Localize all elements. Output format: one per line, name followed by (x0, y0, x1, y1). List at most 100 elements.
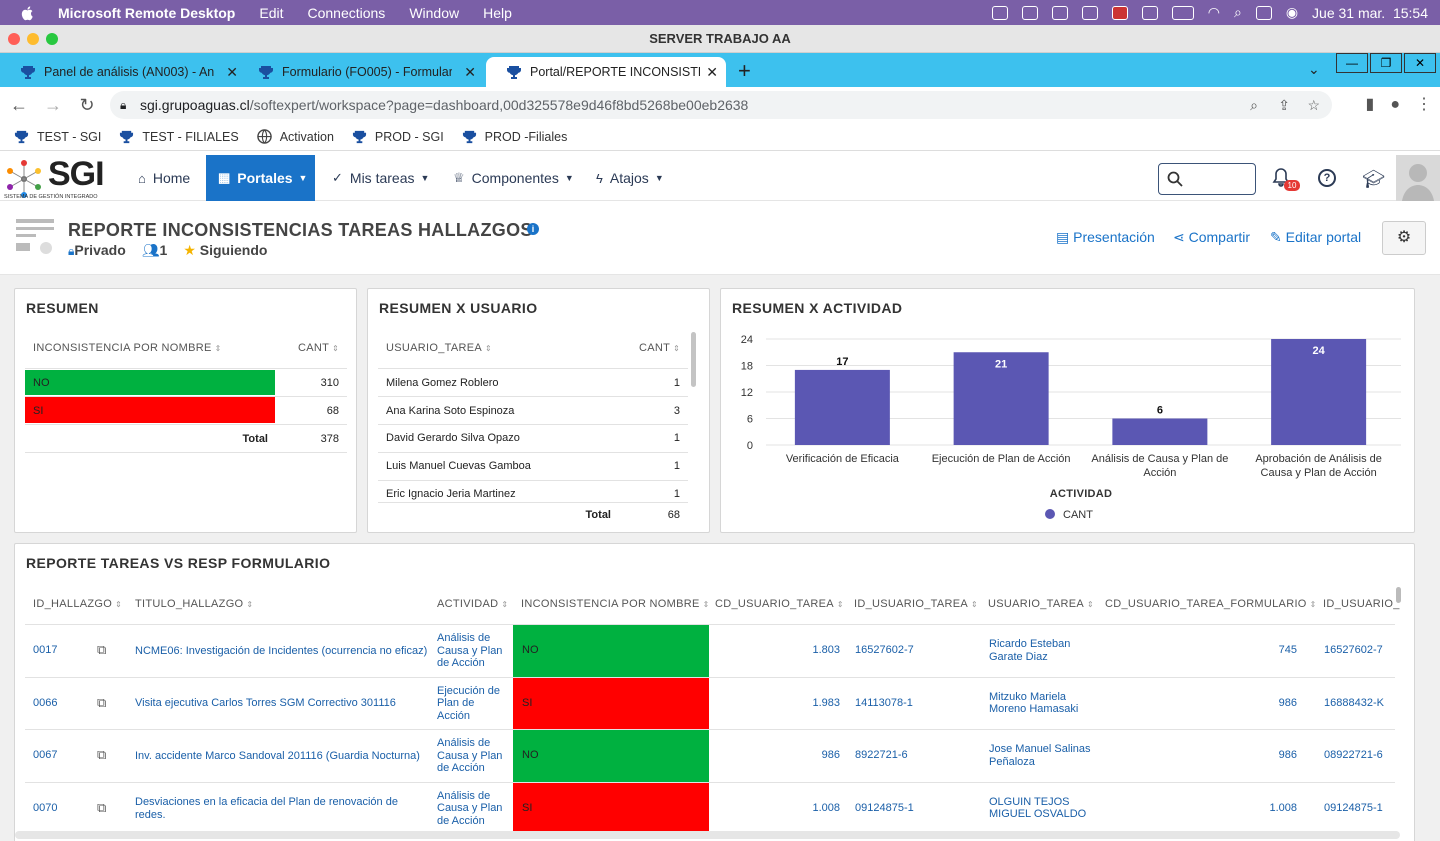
close-tab-icon[interactable]: ✕ (226, 64, 238, 81)
info-icon[interactable]: i (527, 223, 539, 235)
tab-search-icon[interactable]: ⌄ (1308, 61, 1320, 78)
close-tab-icon[interactable]: ✕ (464, 64, 476, 81)
battery-icon[interactable] (1171, 5, 1194, 20)
usuario-tarea-link[interactable]: Ricardo Esteban Garate Diaz (989, 638, 1094, 663)
profile-icon[interactable]: ● (1390, 91, 1400, 119)
activity-link[interactable]: Análisis de Causa y Plan de Acción (437, 790, 509, 828)
apple-icon[interactable] (20, 5, 36, 21)
wifi-icon[interactable]: ◠ (1208, 4, 1220, 21)
editar-portal-button[interactable]: ✎ Editar portal (1270, 229, 1361, 246)
avatar[interactable] (1396, 155, 1440, 201)
column-header[interactable]: USUARIO_TAREA ⇕ (988, 598, 1094, 610)
usuario-tarea-link[interactable]: Mitzuko Mariela Moreno Hamasaki (989, 691, 1094, 716)
hallazgo-id-link[interactable]: 0067 (33, 749, 57, 761)
external-link-icon[interactable]: ⧉ (97, 642, 106, 658)
sort-icon[interactable]: ⇕ (673, 344, 680, 353)
bluetooth-icon[interactable] (1141, 5, 1158, 20)
column-header[interactable]: CD_USUARIO_TAREA ⇕ (715, 598, 844, 610)
sidebar-icon[interactable]: ▮ (1366, 91, 1375, 119)
hallazgo-id-link[interactable]: 0017 (33, 644, 57, 656)
restore-icon[interactable]: ❐ (1370, 53, 1402, 73)
kebab-menu-icon[interactable]: ⋮ (1416, 91, 1432, 119)
nav-componentes[interactable]: ♕ Componentes ▼ (441, 155, 586, 201)
bookmark-activation[interactable]: Activation (256, 129, 334, 144)
sort-icon[interactable]: ⇕ (485, 344, 492, 353)
presentacion-button[interactable]: ▤ Presentación (1056, 229, 1155, 246)
flag-icon[interactable] (1111, 5, 1128, 20)
close-icon[interactable]: ✕ (1404, 53, 1436, 73)
nav-portales[interactable]: ▦ Portales ▼ (206, 155, 315, 201)
hallazgo-id-link[interactable]: 0066 (33, 697, 57, 709)
tab-panel-analisis[interactable]: Panel de análisis (AN003) - Analy ✕ (0, 57, 246, 87)
hallazgo-title-link[interactable]: NCME06: Investigación de Incidentes (ocu… (135, 638, 430, 664)
zoom-icon[interactable]: ⌕ (1250, 91, 1258, 119)
column-header[interactable]: ID_USUARIO_ (1323, 598, 1400, 610)
tab-formulario[interactable]: Formulario (FO005) - Formulario ✕ (238, 57, 484, 87)
column-header[interactable]: CD_USUARIO_TAREA_FORMULARIO ⇕ (1105, 598, 1317, 610)
nav-atajos[interactable]: ϟ Atajos ▼ (584, 155, 676, 201)
column-header[interactable]: INCONSISTENCIA POR NOMBRE ⇕ (521, 598, 710, 610)
hallazgo-id-link[interactable]: 0070 (33, 802, 57, 814)
minimize-window-button[interactable] (27, 33, 39, 45)
bookmark-test-filiales[interactable]: TEST - FILIALES (119, 129, 239, 144)
share-icon[interactable]: ⇪ (1278, 91, 1290, 119)
external-link-icon[interactable]: ⧉ (97, 695, 106, 711)
menu-connections[interactable]: Connections (307, 5, 385, 21)
help-icon[interactable]: ? (1318, 169, 1336, 187)
sort-icon[interactable]: ⇕ (246, 600, 253, 609)
activity-link[interactable]: Análisis de Causa y Plan de Acción (437, 632, 509, 670)
column-header[interactable]: TITULO_HALLAZGO ⇕ (135, 598, 253, 610)
back-icon[interactable]: ← (4, 95, 34, 116)
sort-icon[interactable]: ⇕ (215, 344, 222, 353)
search-input[interactable] (1158, 163, 1256, 195)
following-status[interactable]: ★ Siguiendo (183, 242, 267, 259)
forward-icon[interactable]: → (38, 95, 68, 116)
col-usuario-tarea[interactable]: USUARIO_TAREA ⇕ (386, 342, 492, 354)
usuario-tarea-link[interactable]: OLGUIN TEJOS MIGUEL OSVALDO (989, 796, 1094, 821)
sgi-logo[interactable]: SGI SISTEMA DE GESTIÓN INTEGRADO (4, 155, 116, 201)
external-link-icon[interactable]: ⧉ (97, 747, 106, 763)
compartir-button[interactable]: ⋖ Compartir (1173, 229, 1250, 246)
sort-icon[interactable]: ⇕ (332, 344, 339, 353)
activity-link[interactable]: Análisis de Causa y Plan de Acción (437, 737, 509, 775)
globe-icon[interactable] (1081, 5, 1098, 20)
sort-icon[interactable]: ⇕ (837, 600, 844, 609)
horizontal-scrollbar[interactable] (15, 831, 1400, 839)
bookmark-prod-sgi[interactable]: PROD - SGI (352, 129, 444, 144)
sort-icon[interactable]: ⇕ (1087, 600, 1094, 609)
display-icon[interactable] (1021, 5, 1038, 20)
hallazgo-title-link[interactable]: Inv. accidente Marco Sandoval 201116 (Gu… (135, 743, 430, 769)
column-header[interactable]: ID_HALLAZGO ⇕ (33, 598, 122, 610)
minimize-icon[interactable]: — (1336, 53, 1368, 73)
usuario-tarea-link[interactable]: Jose Manuel Salinas Peñaloza (989, 743, 1094, 768)
sort-icon[interactable]: ⇕ (115, 600, 122, 609)
close-tab-icon[interactable]: ✕ (706, 64, 718, 81)
control-center-icon[interactable] (1255, 5, 1272, 20)
vpn-icon[interactable] (1051, 5, 1068, 20)
siri-icon[interactable]: ◉ (1286, 4, 1298, 21)
menu-help[interactable]: Help (483, 5, 512, 21)
column-header[interactable]: ACTIVIDAD ⇕ (437, 598, 508, 610)
settings-button[interactable]: ⚙ (1382, 221, 1426, 255)
sort-icon[interactable]: ⇕ (501, 600, 508, 609)
new-tab-icon[interactable]: + (738, 58, 751, 84)
hallazgo-title-link[interactable]: Desviaciones en la eficacia del Plan de … (135, 796, 430, 822)
sort-icon[interactable]: ⇕ (971, 600, 978, 609)
spotlight-icon[interactable]: ⌕ (1234, 4, 1242, 21)
sort-icon[interactable]: ⇕ (703, 600, 710, 609)
skype-icon[interactable] (991, 5, 1008, 20)
tab-portal-reporte[interactable]: Portal/REPORTE INCONSISTENCIAS ✕ (486, 57, 726, 87)
sort-icon[interactable]: ⇕ (1310, 600, 1317, 609)
menu-window[interactable]: Window (409, 5, 459, 21)
menu-edit[interactable]: Edit (259, 5, 283, 21)
hallazgo-title-link[interactable]: Visita ejecutiva Carlos Torres SGM Corre… (135, 691, 430, 717)
zoom-window-button[interactable] (46, 33, 58, 45)
url-field[interactable]: 🔒︎ sgi.grupoaguas.cl/softexpert/workspac… (110, 91, 1332, 119)
nav-home[interactable]: ⌂ Home (126, 155, 202, 201)
clock-datetime[interactable]: Jue 31 mar. 15:54 (1312, 5, 1428, 21)
activity-link[interactable]: Ejecución de Plan de Acción (437, 685, 509, 723)
graduation-cap-icon[interactable]: 🎓︎ (1362, 169, 1385, 190)
followers-count[interactable]: 👥︎1 (142, 242, 168, 259)
column-header[interactable]: ID_USUARIO_TAREA ⇕ (854, 598, 978, 610)
col-cant[interactable]: CANT ⇕ (639, 342, 680, 354)
